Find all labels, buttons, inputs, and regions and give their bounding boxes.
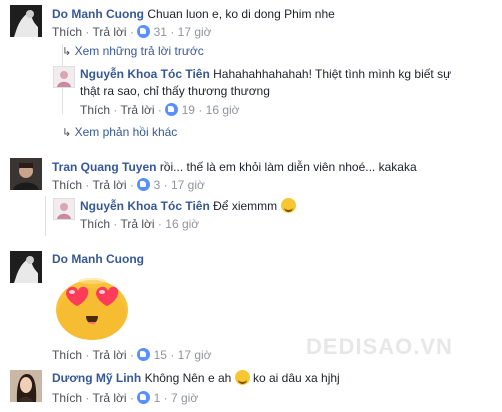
view-previous-replies[interactable]: ↳ Xem những trả lời trước (62, 43, 204, 60)
reply-link[interactable]: Trả lời (92, 391, 126, 405)
like-count[interactable]: 15 (154, 348, 167, 362)
reply-thread-line (45, 196, 46, 236)
timestamp[interactable]: 17 giờ (178, 348, 212, 362)
like-count[interactable]: 19 (182, 103, 195, 117)
like-count[interactable]: 31 (154, 25, 167, 39)
separator: · (129, 25, 134, 39)
separator: · (113, 217, 118, 231)
like-link[interactable]: Thích (52, 391, 82, 405)
like-count[interactable]: 3 (154, 178, 161, 192)
smile-emoji-icon (234, 370, 250, 385)
commenter-name[interactable]: Do Manh Cuong (52, 7, 144, 21)
separator: · (85, 391, 90, 405)
reply-link[interactable]: Trả lời (92, 178, 126, 192)
like-link[interactable]: Thích (80, 103, 110, 117)
like-link[interactable]: Thích (52, 178, 82, 192)
commenter-name[interactable]: Do Manh Cuong (52, 252, 144, 266)
separator: · (157, 217, 162, 231)
separator: · (85, 178, 90, 192)
comment-actions: Thích · Trả lời · 1 · 7 giờ (52, 390, 198, 406)
comment-line: Tran Quang Tuyen rồi... thế là em khỏi l… (52, 159, 417, 175)
comment-line: Dương Mỹ Linh Không Nên e ah ko ai dâu x… (52, 370, 340, 386)
separator: · (129, 348, 134, 362)
reply-actions: Thích · Trả lời · 16 giờ (80, 216, 199, 232)
avatar[interactable] (10, 5, 42, 37)
view-previous-replies-link[interactable]: Xem những trả lời trước (75, 44, 204, 58)
comment-actions: Thích · Trả lời · 31 · 17 giờ (52, 24, 212, 40)
comment-text: Chuan luon e, ko di dong Phim nhe (147, 7, 335, 21)
like-count-icon[interactable] (137, 348, 151, 361)
avatar[interactable] (53, 198, 75, 220)
timestamp[interactable]: 17 giờ (171, 178, 205, 192)
reply-text-continued: thật ra sao, chỉ thấy thương thương (80, 84, 270, 98)
like-count-icon[interactable] (165, 103, 179, 116)
comment-actions: Thích · Trả lời · 3 · 17 giờ (52, 177, 205, 193)
avatar[interactable] (53, 66, 75, 88)
like-count-icon[interactable] (137, 178, 151, 191)
separator: · (85, 25, 90, 39)
separator: · (113, 103, 118, 117)
laughing-emoji-icon (280, 198, 296, 213)
separator: · (129, 391, 134, 405)
avatar[interactable] (10, 158, 42, 190)
heart-eyes-emoji-icon[interactable] (52, 272, 132, 345)
timestamp[interactable]: 16 giờ (165, 217, 199, 231)
reply-link[interactable]: Trả lời (120, 103, 154, 117)
timestamp[interactable]: 16 giờ (206, 103, 240, 117)
like-count[interactable]: 1 (154, 391, 161, 405)
reply-actions: Thích · Trả lời · 19 · 16 giờ (80, 102, 240, 118)
separator: · (170, 348, 175, 362)
reply-link[interactable]: Trả lời (92, 25, 126, 39)
reply-arrow-icon: ↳ (62, 46, 72, 58)
like-count-icon[interactable] (137, 391, 151, 404)
reply-text: Hahahahhahahah! Thiệt tình mình kg biết … (213, 67, 452, 81)
commenter-name[interactable]: Tran Quang Tuyen (52, 160, 156, 174)
comment-text: Không Nên e ah (144, 371, 232, 385)
separator: · (170, 25, 175, 39)
avatar[interactable] (10, 370, 42, 402)
comment-actions: Thích · Trả lời · 15 · 17 giờ (52, 347, 212, 363)
comment-line: Do Manh Cuong Chuan luon e, ko di dong P… (52, 6, 335, 22)
watermark: DEDISAO.VN (306, 334, 453, 359)
comment-text-continued: ko ai dâu xa hjhj (253, 371, 340, 385)
like-link[interactable]: Thích (80, 217, 110, 231)
separator: · (163, 391, 168, 405)
reply-link[interactable]: Trả lời (120, 217, 154, 231)
view-more-replies[interactable]: ↳ Xem phản hồi khác (62, 124, 177, 141)
avatar[interactable] (10, 251, 42, 283)
reply-line: Nguyễn Khoa Tóc Tiên Hahahahhahahah! Thi… (80, 66, 451, 82)
reply-arrow-icon: ↳ (62, 127, 72, 139)
timestamp[interactable]: 7 giờ (171, 391, 198, 405)
separator: · (198, 103, 203, 117)
view-more-replies-link[interactable]: Xem phản hồi khác (75, 125, 178, 139)
reply-text: Để xiemmm (213, 199, 278, 213)
commenter-name[interactable]: Nguyễn Khoa Tóc Tiên (80, 199, 210, 213)
like-link[interactable]: Thích (52, 348, 82, 362)
like-count-icon[interactable] (137, 25, 151, 38)
separator: · (157, 103, 162, 117)
commenter-name[interactable]: Dương Mỹ Linh (52, 371, 141, 385)
reply-link[interactable]: Trả lời (92, 348, 126, 362)
comment-text: rồi... thế là em khỏi làm diễn viên nhoé… (159, 160, 417, 174)
separator: · (129, 178, 134, 192)
timestamp[interactable]: 17 giờ (178, 25, 212, 39)
separator: · (85, 348, 90, 362)
reply-line: Nguyễn Khoa Tóc Tiên Để xiemmm (80, 198, 296, 214)
commenter-name[interactable]: Nguyễn Khoa Tóc Tiên (80, 67, 210, 81)
like-link[interactable]: Thích (52, 25, 82, 39)
separator: · (163, 178, 168, 192)
comment-line: Do Manh Cuong (52, 251, 144, 267)
